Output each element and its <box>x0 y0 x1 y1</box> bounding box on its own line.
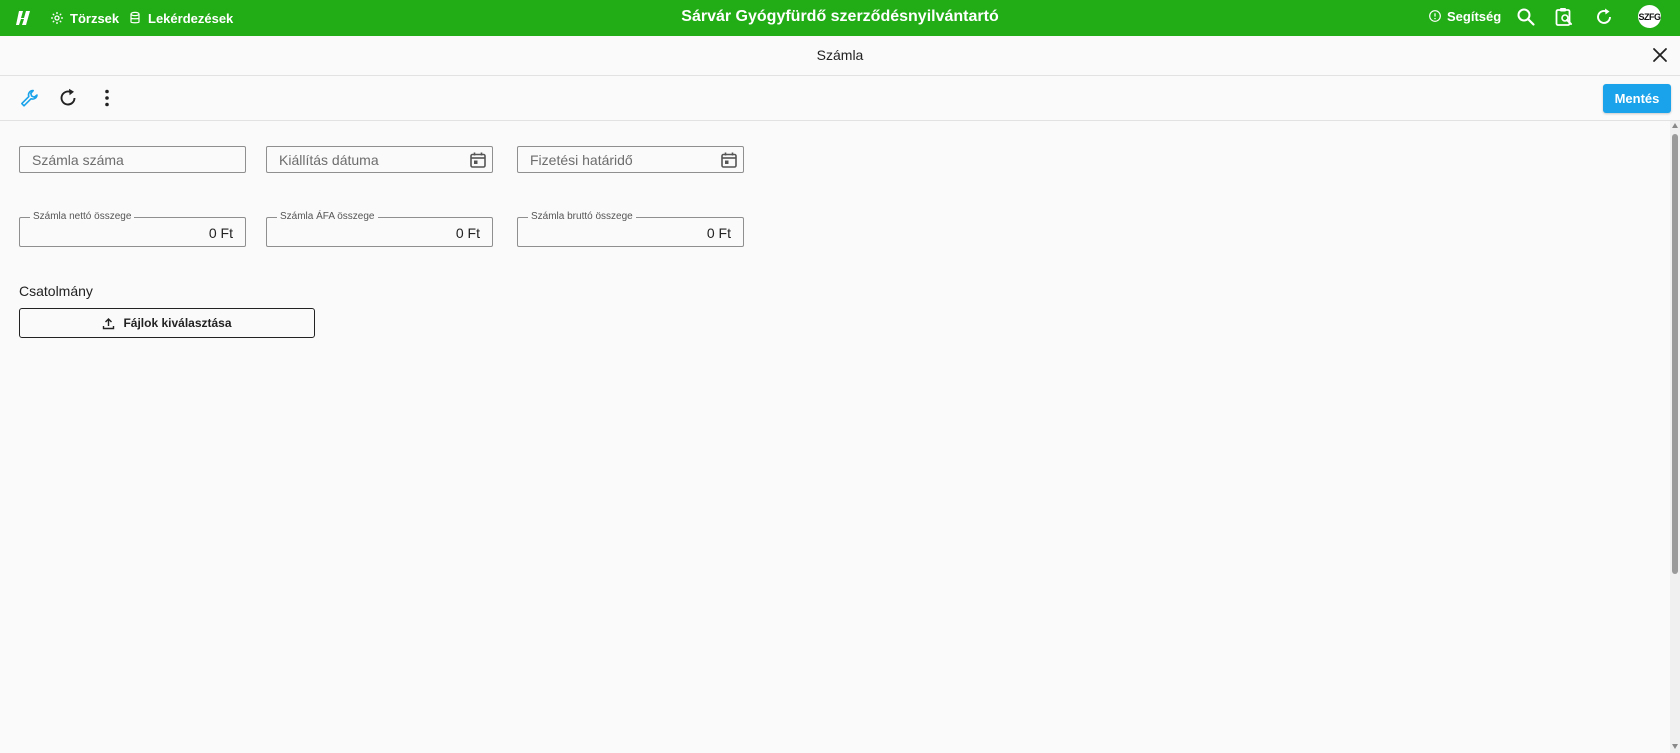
net-amount-value: 0 Ft <box>208 225 233 241</box>
scrollbar-thumb[interactable] <box>1672 134 1678 574</box>
dialog-header: Számla <box>0 36 1680 76</box>
invoice-number-field[interactable] <box>19 146 246 173</box>
user-avatar[interactable]: SZFG <box>1638 5 1661 28</box>
gross-amount-label: Számla bruttó összege <box>528 210 636 224</box>
wrench-icon[interactable] <box>18 87 40 109</box>
nav-lekerdezesek-label: Lekérdezések <box>148 10 234 26</box>
vat-amount-value: 0 Ft <box>455 225 480 241</box>
gross-amount-value: 0 Ft <box>706 225 731 241</box>
vat-amount-field[interactable]: Számla ÁFA összege 0 Ft <box>266 210 493 247</box>
close-icon[interactable] <box>1650 45 1670 65</box>
upload-icon <box>103 317 115 329</box>
issue-date-input[interactable] <box>267 147 492 172</box>
file-select-label: Fájlok kiválasztása <box>123 316 232 330</box>
issue-date-field[interactable] <box>266 146 493 173</box>
net-amount-label: Számla nettó összege <box>30 210 135 224</box>
database-icon <box>130 11 140 24</box>
more-vertical-icon[interactable] <box>96 87 118 109</box>
scroll-up-arrow-icon[interactable] <box>1672 123 1678 128</box>
dialog-title: Számla <box>816 47 864 63</box>
refresh-icon[interactable] <box>1593 6 1615 28</box>
file-select-button[interactable]: Fájlok kiválasztása <box>19 308 315 338</box>
help-chat-icon <box>1429 10 1441 22</box>
calendar-icon[interactable] <box>720 151 738 169</box>
net-amount-field[interactable]: Számla nettó összege 0 Ft <box>19 210 246 247</box>
due-date-input[interactable] <box>518 147 743 172</box>
nav-torzsek-label: Törzsek <box>70 10 120 26</box>
nav-lekerdezesek[interactable]: Lekérdezések <box>128 0 233 36</box>
save-button[interactable]: Mentés <box>1603 84 1671 113</box>
help-button[interactable]: Segítség <box>1428 0 1501 32</box>
scroll-down-arrow-icon[interactable] <box>1672 744 1678 749</box>
app-logo-icon[interactable] <box>14 7 36 29</box>
clipboard-search-icon[interactable] <box>1553 6 1575 28</box>
calendar-icon[interactable] <box>469 151 487 169</box>
help-label: Segítség <box>1447 8 1502 24</box>
nav-torzsek[interactable]: Törzsek <box>50 0 119 36</box>
due-date-field[interactable] <box>517 146 744 173</box>
reload-icon[interactable] <box>57 87 79 109</box>
invoice-number-input[interactable] <box>20 147 245 172</box>
app-bar: Törzsek Lekérdezések Sárvár Gyógyfürdő s… <box>0 0 1680 36</box>
dialog-toolbar: Mentés <box>0 76 1680 121</box>
search-icon[interactable] <box>1515 6 1537 28</box>
attachment-label: Csatolmány <box>19 283 93 299</box>
settings-cog-icon <box>51 12 63 24</box>
vat-amount-label: Számla ÁFA összege <box>277 210 378 224</box>
gross-amount-field[interactable]: Számla bruttó összege 0 Ft <box>517 210 744 247</box>
